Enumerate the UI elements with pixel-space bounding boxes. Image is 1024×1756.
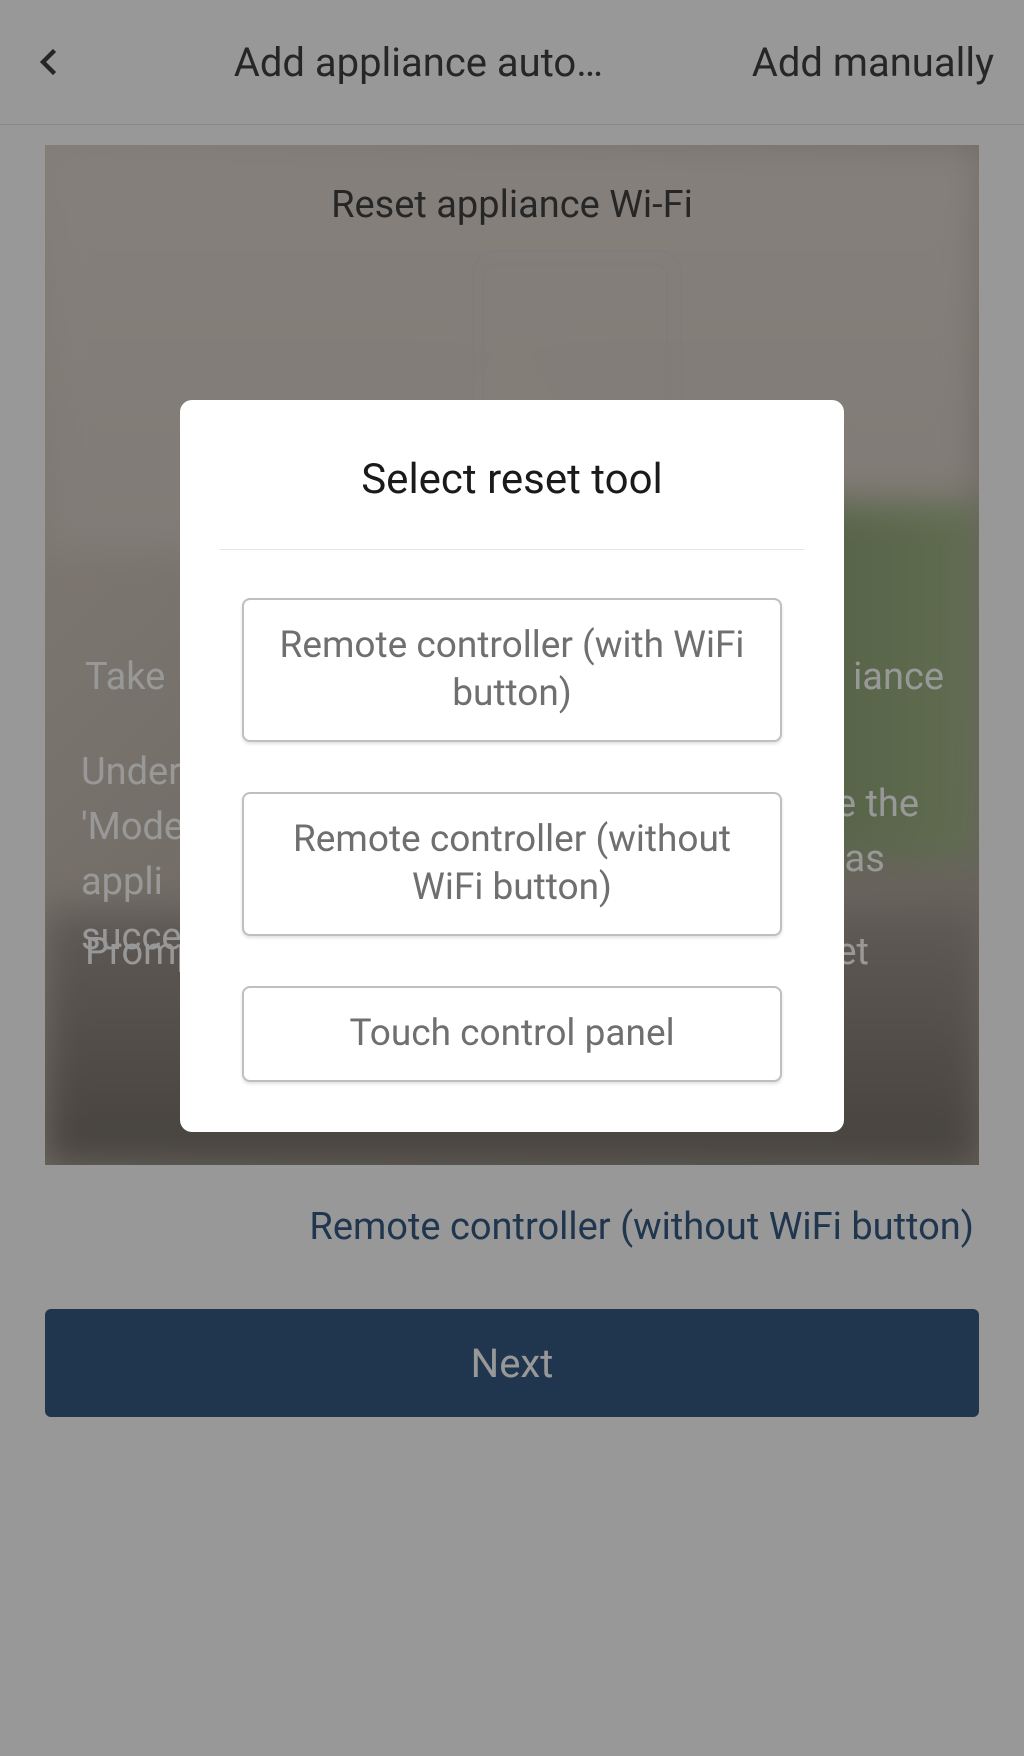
divider: [220, 549, 804, 550]
modal-title: Select reset tool: [220, 455, 804, 549]
option-touch-panel[interactable]: Touch control panel: [242, 986, 782, 1082]
option-remote-with-wifi[interactable]: Remote controller (with WiFi button): [242, 598, 782, 742]
select-reset-tool-modal: Select reset tool Remote controller (wit…: [180, 400, 844, 1132]
option-remote-without-wifi[interactable]: Remote controller (without WiFi button): [242, 792, 782, 936]
